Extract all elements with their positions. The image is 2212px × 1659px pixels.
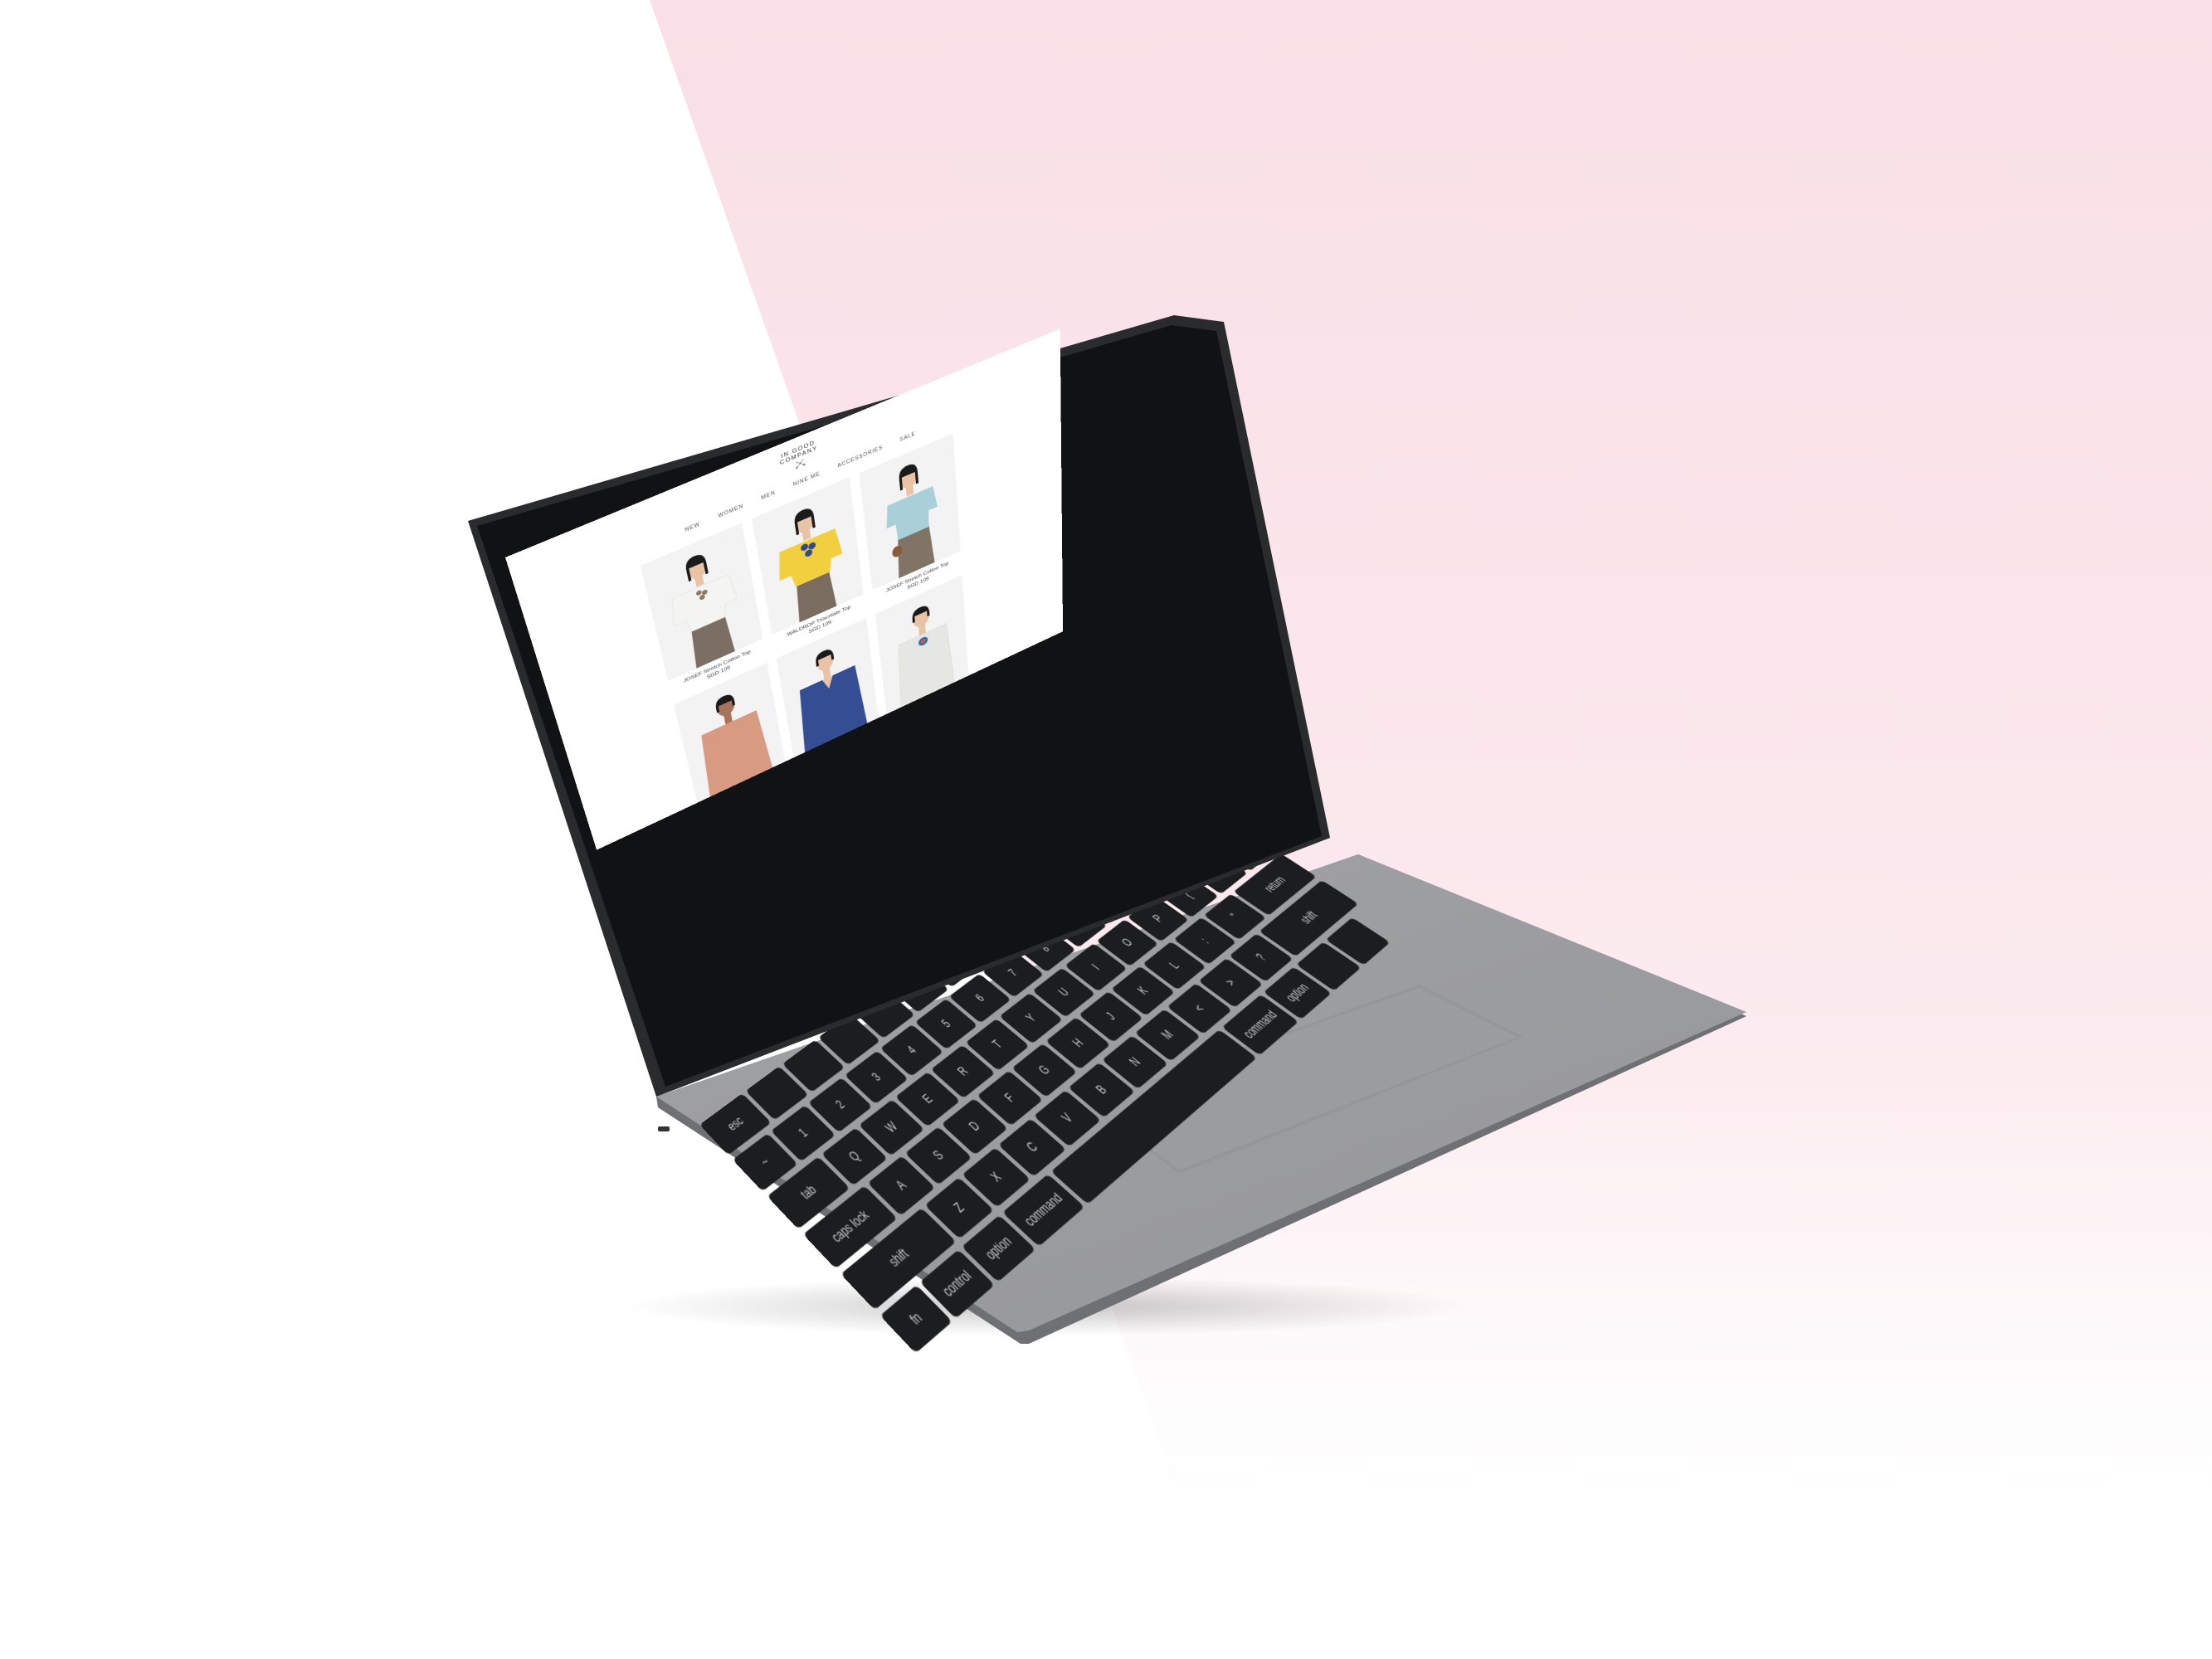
product-card-2[interactable]: WALDROP Triacetate Top SGD 109 [752,477,865,649]
usb-c-port [658,1126,670,1131]
nav-new[interactable]: NEW [685,522,701,533]
nav-sale[interactable]: SALE [899,431,916,443]
nav-women[interactable]: WOMEN [718,504,744,519]
nav-nine-me[interactable]: NINE ME [792,471,820,488]
nav-men[interactable]: MEN [761,490,776,502]
product-card-1[interactable]: JOSEF Stretch Cotton Top SGD 109 [641,523,766,696]
product-card-3[interactable]: JOSEF Stretch Cotton Top SGD 109 [859,433,962,605]
